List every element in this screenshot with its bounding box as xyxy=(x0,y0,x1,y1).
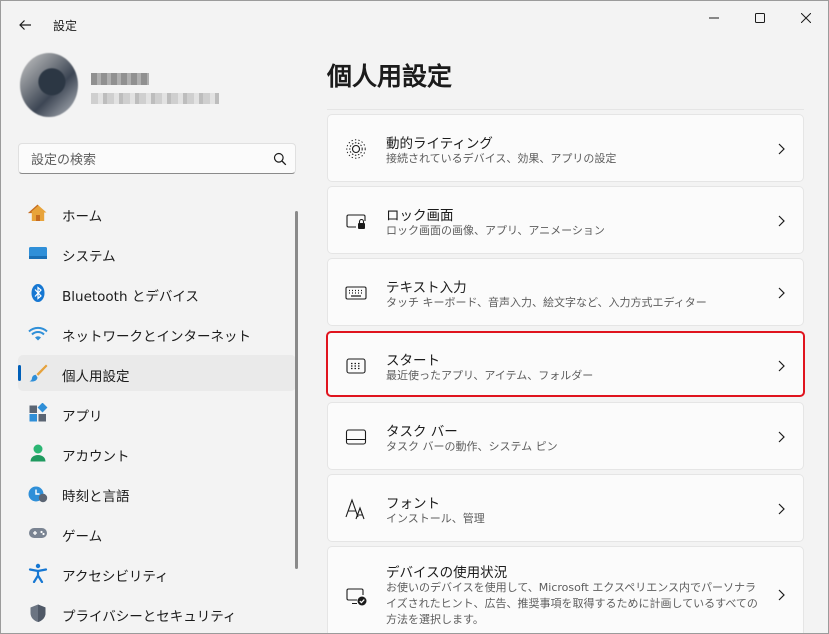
card-title: ロック画面 xyxy=(386,208,454,224)
maximize-icon xyxy=(755,13,765,23)
sidebar-item-label: ホーム xyxy=(62,209,103,225)
sidebar-item-label: アクセシビリティ xyxy=(62,569,169,585)
apps-icon xyxy=(29,403,48,422)
profile-name-blurred xyxy=(91,73,149,85)
sidebar-item-label: 時刻と言語 xyxy=(62,489,130,505)
home-icon xyxy=(28,204,47,221)
sidebar-item-accessibility[interactable]: アクセシビリティ xyxy=(18,555,296,591)
close-icon xyxy=(801,13,811,23)
card-fonts[interactable]: フォント インストール、管理 xyxy=(327,474,804,542)
keyboard-icon xyxy=(345,286,367,300)
bluetooth-icon xyxy=(31,284,45,302)
lock-screen-icon xyxy=(346,214,366,229)
title-bar: 設定 xyxy=(1,1,828,49)
sidebar-item-label: Bluetooth とデバイス xyxy=(62,289,199,305)
card-start[interactable]: スタート 最近使ったアプリ、アイテム、フォルダー xyxy=(326,331,805,397)
chevron-right-icon xyxy=(778,431,785,443)
back-button[interactable] xyxy=(11,11,39,39)
sidebar-item-label: システム xyxy=(62,249,116,265)
system-icon xyxy=(29,247,47,259)
page-title: 個人用設定 xyxy=(327,62,453,91)
settings-window: 設定 ホーム xyxy=(0,0,829,634)
chevron-right-icon xyxy=(778,143,785,155)
chevron-right-icon xyxy=(778,360,785,372)
card-description: ロック画面の画像、アプリ、アニメーション xyxy=(386,224,605,237)
minimize-icon xyxy=(709,17,719,19)
card-description: インストール、管理 xyxy=(386,512,485,525)
search-icon[interactable] xyxy=(273,152,287,166)
card-description: タスク バーの動作、システム ピン xyxy=(386,440,558,453)
device-usage-icon xyxy=(346,588,367,606)
chevron-right-icon xyxy=(778,215,785,227)
card-title: フォント xyxy=(386,496,440,512)
scroll-edge xyxy=(327,109,804,112)
card-description: お使いのデバイスを使用して、Microsoft エクスペリエンス内でパーソナライ… xyxy=(386,581,758,626)
sidebar-item-privacy[interactable]: プライバシーとセキュリティ xyxy=(18,595,296,631)
brush-icon xyxy=(29,364,48,382)
accessibility-icon xyxy=(28,563,48,583)
sidebar-nav: ホーム システム Bluetooth とデバイス ネットワークとインターネット xyxy=(18,195,296,633)
card-title: 動的ライティング xyxy=(386,136,493,152)
card-title: デバイスの使用状況 xyxy=(386,565,508,581)
sidebar-scrollbar[interactable] xyxy=(295,211,298,569)
gamepad-icon xyxy=(29,528,47,538)
time-language-icon xyxy=(28,486,48,503)
sidebar-item-label: ネットワークとインターネット xyxy=(62,329,251,345)
card-description: タッチ キーボード、音声入力、絵文字など、入力方式エディター xyxy=(386,296,707,309)
sidebar-item-gaming[interactable]: ゲーム xyxy=(18,515,296,551)
chevron-right-icon xyxy=(778,287,785,299)
sidebar-item-time-language[interactable]: 時刻と言語 xyxy=(18,475,296,511)
sidebar-item-personalization[interactable]: 個人用設定 xyxy=(18,355,296,391)
sidebar-item-label: プライバシーとセキュリティ xyxy=(62,609,237,625)
sidebar-item-system[interactable]: システム xyxy=(18,235,296,271)
chevron-right-icon xyxy=(778,589,785,601)
account-icon xyxy=(30,444,46,462)
chevron-right-icon xyxy=(778,503,785,515)
selection-indicator xyxy=(18,365,21,381)
close-button[interactable] xyxy=(783,1,828,35)
back-arrow-icon xyxy=(19,20,31,30)
sidebar-item-label: アカウント xyxy=(62,449,130,465)
card-title: テキスト入力 xyxy=(386,280,467,296)
card-device-usage[interactable]: デバイスの使用状況 お使いのデバイスを使用して、Microsoft エクスペリエ… xyxy=(327,546,804,633)
taskbar-icon xyxy=(345,429,367,445)
card-description: 接続されているデバイス、効果、アプリの設定 xyxy=(386,152,617,165)
card-title: スタート xyxy=(386,353,440,369)
wifi-icon xyxy=(28,326,48,341)
minimize-button[interactable] xyxy=(691,1,737,35)
sidebar-item-label: アプリ xyxy=(62,409,103,425)
sidebar-item-label: ゲーム xyxy=(62,529,103,545)
search-box[interactable] xyxy=(18,143,296,174)
window-title: 設定 xyxy=(53,19,78,33)
profile-email-blurred xyxy=(91,93,219,104)
shield-icon xyxy=(30,604,46,622)
sidebar-item-accounts[interactable]: アカウント xyxy=(18,435,296,471)
fonts-icon xyxy=(345,498,365,520)
card-dynamic-lighting[interactable]: 動的ライティング 接続されているデバイス、効果、アプリの設定 xyxy=(327,114,804,182)
sidebar-item-home[interactable]: ホーム xyxy=(18,195,296,231)
dynamic-lighting-icon xyxy=(346,139,366,159)
card-description: 最近使ったアプリ、アイテム、フォルダー xyxy=(386,369,594,382)
sidebar-item-network[interactable]: ネットワークとインターネット xyxy=(18,315,296,351)
search-input[interactable] xyxy=(29,150,263,170)
card-text-input[interactable]: テキスト入力 タッチ キーボード、音声入力、絵文字など、入力方式エディター xyxy=(327,258,804,326)
sidebar-item-apps[interactable]: アプリ xyxy=(18,395,296,431)
start-menu-icon xyxy=(346,358,366,374)
avatar[interactable] xyxy=(20,53,78,117)
sidebar-item-bluetooth[interactable]: Bluetooth とデバイス xyxy=(18,275,296,311)
maximize-button[interactable] xyxy=(737,1,783,35)
card-taskbar[interactable]: タスク バー タスク バーの動作、システム ピン xyxy=(327,402,804,470)
card-lock-screen[interactable]: ロック画面 ロック画面の画像、アプリ、アニメーション xyxy=(327,186,804,254)
sidebar-item-label: 個人用設定 xyxy=(62,369,130,385)
card-title: タスク バー xyxy=(386,424,458,440)
